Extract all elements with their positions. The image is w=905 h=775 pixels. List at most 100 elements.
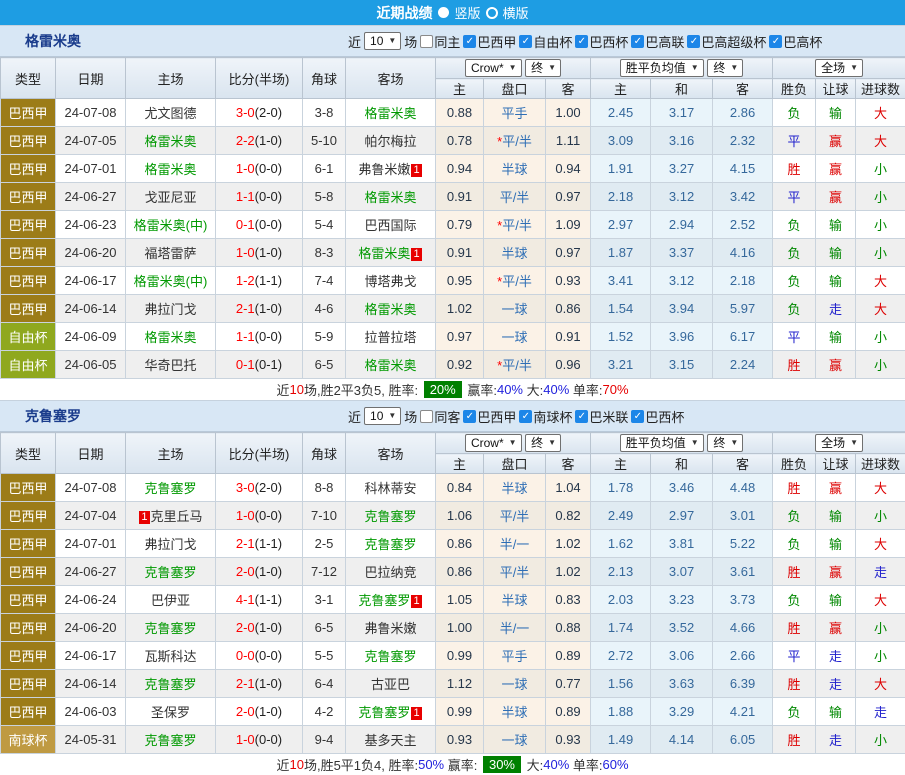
league-filter-checkbox[interactable]: ✓巴米联	[575, 407, 628, 426]
goals-result-cell: 大	[856, 99, 905, 127]
fulltime-score: 2-0	[236, 564, 255, 579]
score-cell: 3-0(2-0)	[216, 99, 303, 127]
fulltime-score: 2-1	[236, 301, 255, 316]
league-filter-checkbox[interactable]: ✓巴高超级杯	[687, 32, 766, 51]
checkbox-checked-icon: ✓	[687, 35, 700, 48]
radio-selected-icon[interactable]	[438, 7, 449, 18]
league-filter-checkbox[interactable]: ✓巴高杯	[769, 32, 822, 51]
home-odds-cell: 0.79	[436, 211, 484, 239]
scope-select[interactable]: 全场▼	[815, 59, 863, 77]
odds-time-select[interactable]: 终▼	[525, 59, 561, 77]
matches-table: 类型 日期 主场 比分(半场) 角球 客场 Crow*▼ 终▼ 胜平负均值▼ 终…	[0, 432, 905, 754]
score-cell: 1-0(0-0)	[216, 155, 303, 183]
date-cell: 24-06-14	[56, 295, 126, 323]
sub-header-wdl: 胜负	[773, 79, 816, 99]
scope-select[interactable]: 全场▼	[815, 434, 863, 452]
avg-time-select[interactable]: 终▼	[707, 434, 743, 452]
fulltime-score: 3-0	[236, 105, 255, 120]
avg-draw-cell: 3.52	[651, 614, 713, 642]
col-header-home: 主场	[126, 58, 216, 99]
odds-time-select[interactable]: 终▼	[525, 434, 561, 452]
avg-away-cell: 3.61	[713, 558, 773, 586]
avg-odds-select[interactable]: 胜平负均值▼	[620, 434, 704, 452]
chevron-down-icon: ▼	[388, 34, 396, 48]
avg-away-cell: 4.21	[713, 698, 773, 726]
sub-header-let: 让球	[816, 454, 856, 474]
radio-unselected-icon[interactable]	[486, 7, 498, 19]
league-filter-checkbox[interactable]: ✓自由杯	[519, 32, 572, 51]
recent-count-select[interactable]: 10▼	[364, 407, 401, 425]
sub-header-let: 让球	[816, 79, 856, 99]
avg-away-cell: 2.66	[713, 642, 773, 670]
wdl-result-cell: 平	[773, 127, 816, 155]
date-cell: 24-06-17	[56, 267, 126, 295]
away-odds-cell: 1.02	[546, 558, 591, 586]
league-filter-checkbox[interactable]: ✓南球杯	[519, 407, 572, 426]
recent-count-select[interactable]: 10▼	[364, 32, 401, 50]
league-filter-checkbox[interactable]: ✓巴西甲	[463, 32, 516, 51]
away-team-cell: 博塔弗戈	[346, 267, 436, 295]
avg-draw-cell: 3.16	[651, 127, 713, 155]
away-team-cell: 格雷米奥1	[346, 239, 436, 267]
fulltime-score: 1-1	[236, 189, 255, 204]
league-filter-checkbox[interactable]: ✓巴西杯	[631, 407, 684, 426]
avg-home-cell: 1.91	[591, 155, 651, 183]
sub-header-avg-home: 主	[591, 79, 651, 99]
match-row: 巴西甲24-06-03圣保罗2-0(1-0)4-2克鲁塞罗10.99半球0.89…	[1, 698, 905, 726]
handicap-cell: 平/半	[484, 558, 546, 586]
avg-home-cell: 1.56	[591, 670, 651, 698]
corner-cell: 2-5	[303, 530, 346, 558]
avg-away-cell: 2.86	[713, 99, 773, 127]
radio-horizontal-label[interactable]: 横版	[503, 3, 529, 22]
home-odds-cell: 0.84	[436, 474, 484, 502]
avg-draw-cell: 3.07	[651, 558, 713, 586]
checkbox-checked-icon: ✓	[519, 410, 532, 423]
handicap-cell: 平手	[484, 99, 546, 127]
avg-time-select[interactable]: 终▼	[707, 59, 743, 77]
avg-draw-cell: 3.96	[651, 323, 713, 351]
score-cell: 1-0(0-0)	[216, 502, 303, 530]
team-header: 格雷米奥 近10▼场同主✓巴西甲✓自由杯✓巴西杯✓巴高联✓巴高超级杯✓巴高杯	[0, 25, 905, 57]
away-team-name: 克鲁塞罗	[358, 593, 410, 608]
fulltime-score: 2-1	[236, 676, 255, 691]
handicap-result-cell: 输	[816, 267, 856, 295]
checkbox-unchecked-icon	[420, 35, 433, 48]
corner-cell: 5-9	[303, 323, 346, 351]
goals-result-cell: 大	[856, 295, 905, 323]
match-row: 巴西甲24-07-01弗拉门戈2-1(1-1)2-5克鲁塞罗0.86半/一1.0…	[1, 530, 905, 558]
sub-header-away-odds: 客	[546, 454, 591, 474]
away-team-name: 格雷米奥	[364, 302, 416, 317]
same-venue-checkbox[interactable]: 同主	[420, 32, 460, 51]
radio-vertical-label[interactable]: 竖版	[454, 3, 480, 22]
halftime-score: (2-0)	[255, 105, 282, 120]
score-cell: 4-1(1-1)	[216, 586, 303, 614]
bookmaker-select[interactable]: Crow*▼	[465, 59, 522, 77]
halftime-score: (0-0)	[255, 648, 282, 663]
league-cell: 巴西甲	[1, 295, 56, 323]
home-team-name: 瓦斯科达	[144, 649, 196, 664]
league-filter-checkbox[interactable]: ✓巴西杯	[575, 32, 628, 51]
avg-odds-select[interactable]: 胜平负均值▼	[620, 59, 704, 77]
date-cell: 24-06-20	[56, 239, 126, 267]
summary-text: 单率:	[569, 380, 602, 399]
col-header-type: 类型	[1, 58, 56, 99]
away-team-name: 拉普拉塔	[364, 330, 416, 345]
away-team-cell: 弗鲁米嫩1	[346, 155, 436, 183]
avg-draw-cell: 3.15	[651, 351, 713, 379]
home-team-name: 格雷米奥(中)	[134, 274, 208, 289]
date-cell: 24-06-24	[56, 586, 126, 614]
same-venue-checkbox[interactable]: 同客	[420, 407, 460, 426]
home-team-name: 弗拉门戈	[144, 537, 196, 552]
league-filter-checkbox[interactable]: ✓巴西甲	[463, 407, 516, 426]
score-cell: 2-0(1-0)	[216, 558, 303, 586]
home-team-name: 福塔雷萨	[144, 246, 196, 261]
bookmaker-select[interactable]: Crow*▼	[465, 434, 522, 452]
handicap-cell: 半/一	[484, 530, 546, 558]
handicap-result-cell: 赢	[816, 127, 856, 155]
avg-home-cell: 2.72	[591, 642, 651, 670]
league-filter-checkbox-label: 自由杯	[533, 32, 572, 51]
away-team-cell: 克鲁塞罗	[346, 502, 436, 530]
league-filter-checkbox[interactable]: ✓巴高联	[631, 32, 684, 51]
match-row: 巴西甲24-06-27克鲁塞罗2-0(1-0)7-12巴拉纳竞0.86平/半1.…	[1, 558, 905, 586]
away-team-name: 弗鲁米嫩	[358, 162, 410, 177]
